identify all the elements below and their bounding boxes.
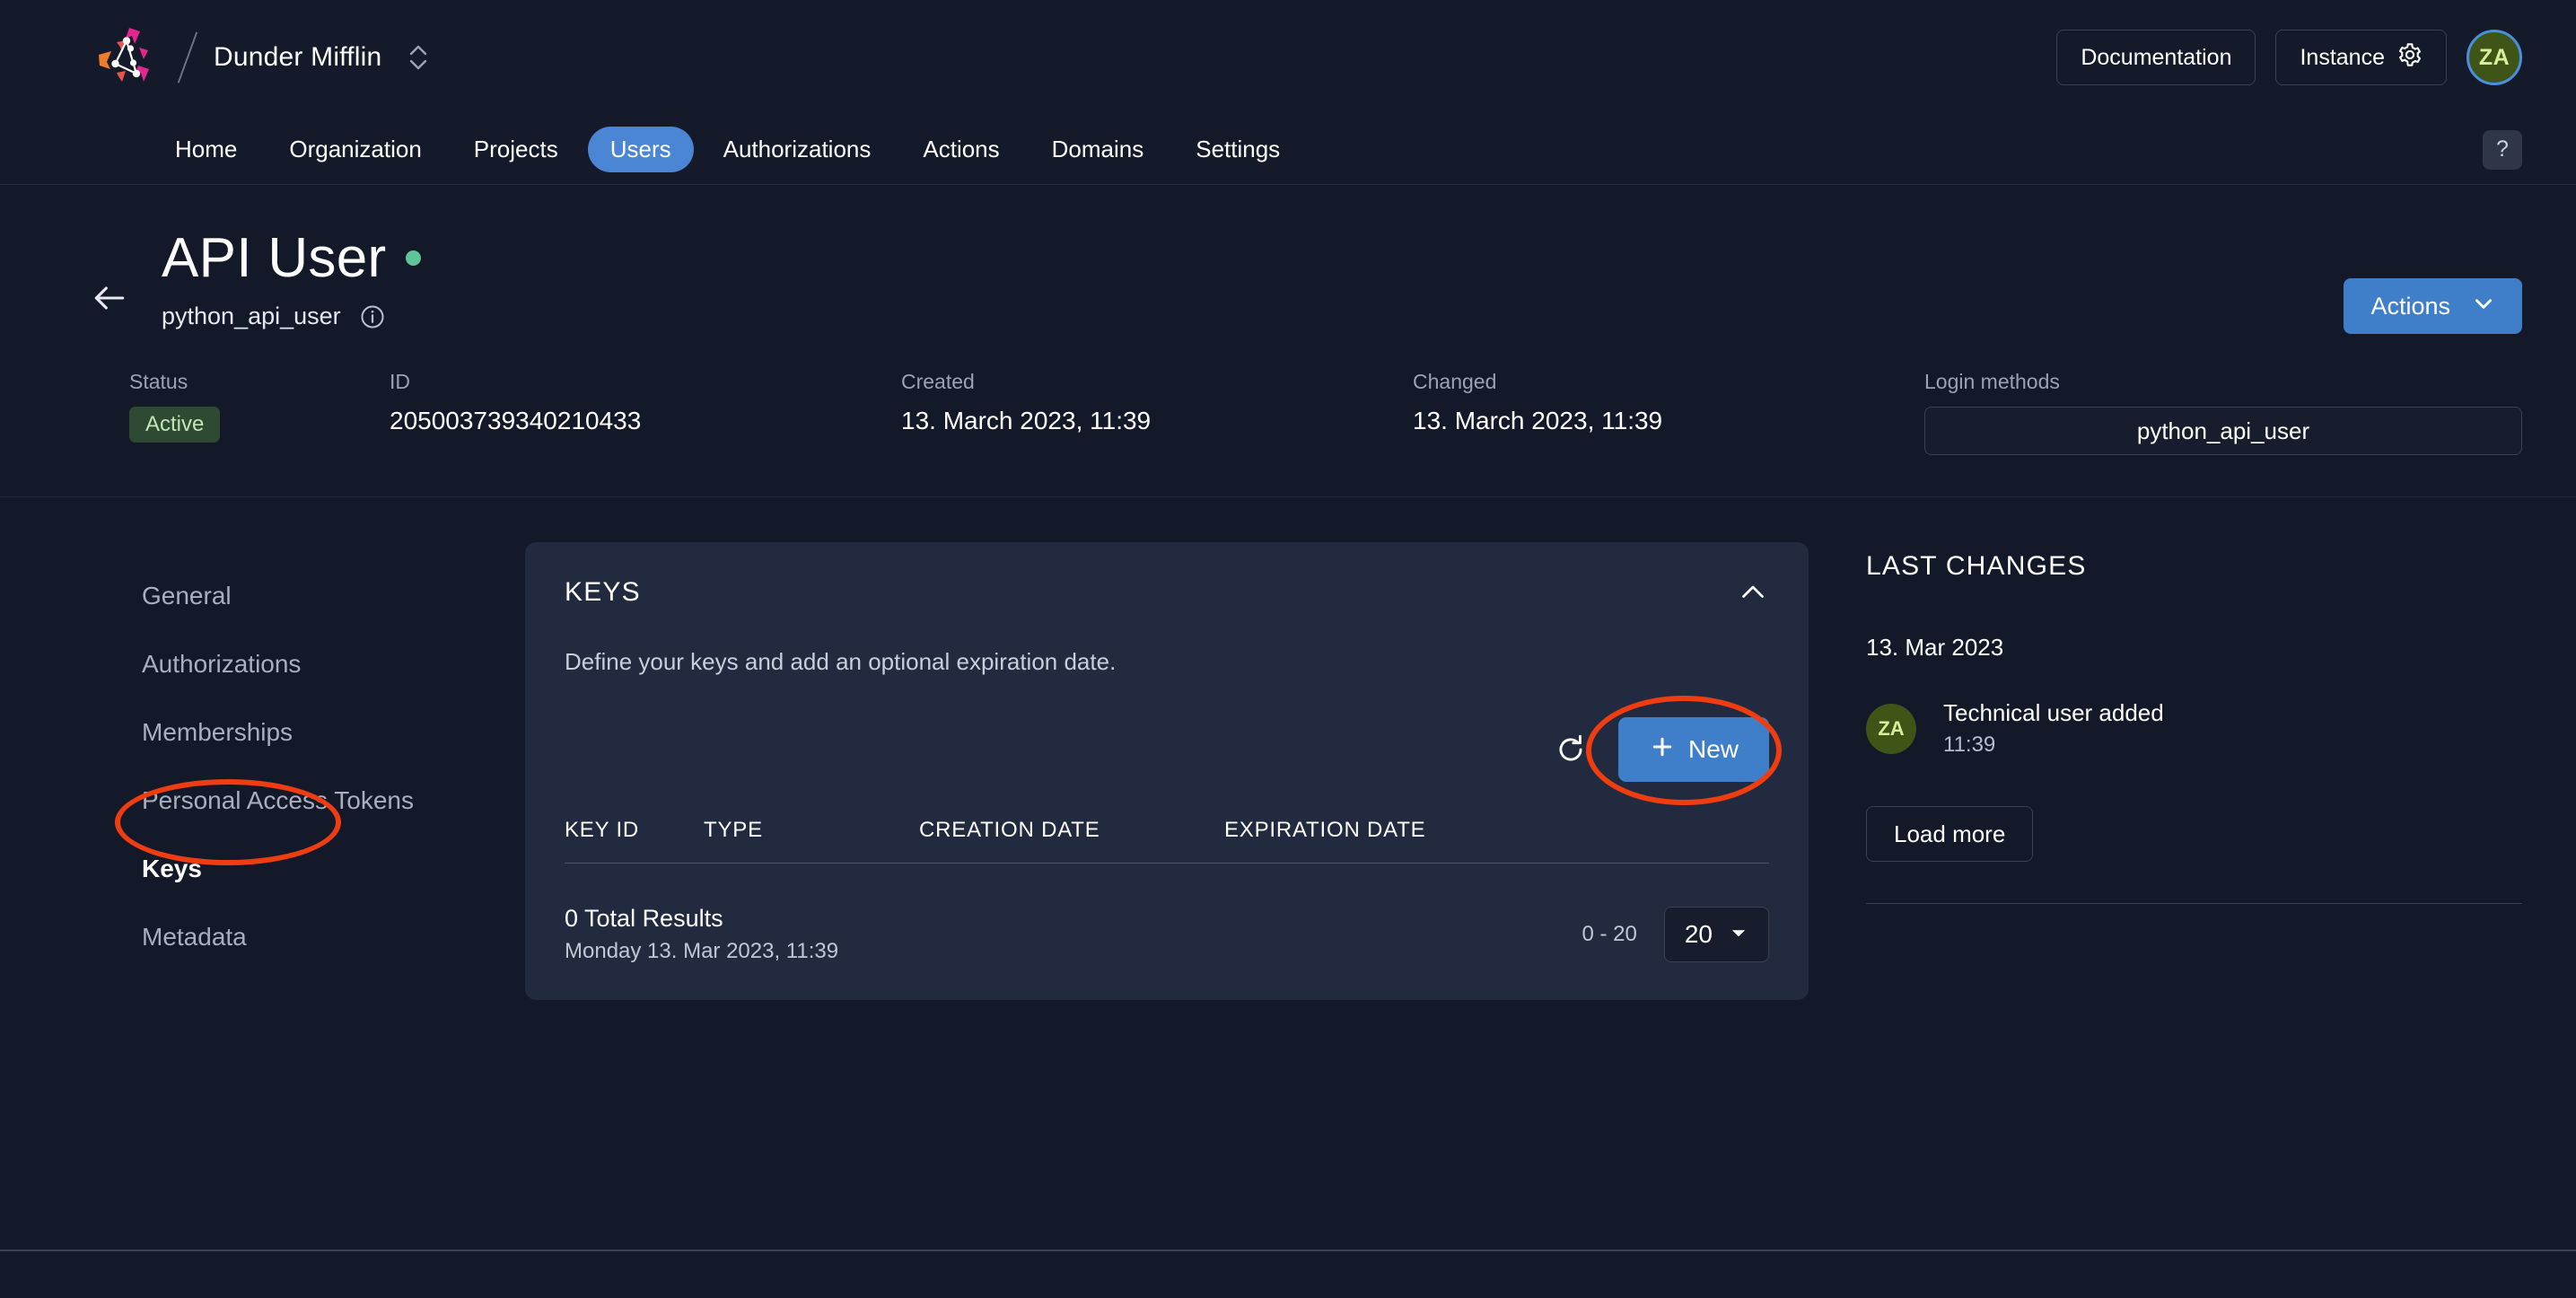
nav-item-domains[interactable]: Domains xyxy=(1030,127,1167,172)
page-body: General Authorizations Memberships Perso… xyxy=(0,497,2576,1000)
page-size-value: 20 xyxy=(1685,920,1713,949)
nav-item-actions[interactable]: Actions xyxy=(900,127,1021,172)
help-button[interactable]: ? xyxy=(2483,130,2522,170)
new-key-button[interactable]: New xyxy=(1618,717,1769,782)
sidebar-item-personal-access-tokens[interactable]: Personal Access Tokens xyxy=(90,767,525,835)
user-meta-row: Status Active ID 205003739340210433 Crea… xyxy=(90,370,2522,455)
paginator: 0 - 20 20 xyxy=(1582,907,1769,962)
pager-range: 0 - 20 xyxy=(1582,922,1636,947)
results-summary: 0 Total Results Monday 13. Mar 2023, 11:… xyxy=(565,905,838,964)
keys-card-description: Define your keys and add an optional exp… xyxy=(565,648,1769,676)
nav-item-users[interactable]: Users xyxy=(588,127,694,172)
page-size-select[interactable]: 20 xyxy=(1664,907,1769,962)
user-side-navigation: General Authorizations Memberships Perso… xyxy=(90,542,525,1000)
sidebar-item-keys[interactable]: Keys xyxy=(90,835,525,903)
top-header: Dunder Mifflin Documentation Instance ZA xyxy=(0,0,2576,115)
meta-id-label: ID xyxy=(390,370,901,394)
column-header-key-id[interactable]: KEY ID xyxy=(565,818,704,843)
breadcrumb-separator xyxy=(178,31,197,83)
topbar-actions: Documentation Instance ZA xyxy=(2056,0,2522,115)
page-subtitle: python_api_user xyxy=(162,303,341,330)
meta-login-methods-label: Login methods xyxy=(1924,370,2522,394)
avatar[interactable]: ZA xyxy=(2466,30,2522,85)
actions-button-label: Actions xyxy=(2370,293,2450,320)
instance-label: Instance xyxy=(2300,45,2385,71)
last-changes-title: LAST CHANGES xyxy=(1866,551,2522,582)
meta-created-label: Created xyxy=(901,370,1413,394)
meta-created-value: 13. March 2023, 11:39 xyxy=(901,407,1413,435)
keys-table-header: KEY ID TYPE CREATION DATE EXPIRATION DAT… xyxy=(565,818,1769,864)
instance-button[interactable]: Instance xyxy=(2275,30,2447,85)
nav-item-home[interactable]: Home xyxy=(153,127,259,172)
nav-item-authorizations[interactable]: Authorizations xyxy=(701,127,894,172)
documentation-button[interactable]: Documentation xyxy=(2056,30,2256,85)
plus-icon xyxy=(1649,733,1676,767)
keys-card: KEYS Define your keys and add an optiona… xyxy=(525,542,1809,1000)
page-title: API User xyxy=(162,226,386,290)
main-navigation: Home Organization Projects Users Authori… xyxy=(0,115,2576,185)
sidebar-item-memberships[interactable]: Memberships xyxy=(90,698,525,767)
avatar-initials: ZA xyxy=(2479,45,2510,71)
login-method-chip[interactable]: python_api_user xyxy=(1924,407,2522,455)
arrow-left-icon[interactable] xyxy=(90,278,129,318)
meta-changed: Changed 13. March 2023, 11:39 xyxy=(1413,370,1924,435)
results-timestamp: Monday 13. Mar 2023, 11:39 xyxy=(565,939,838,964)
footer-divider xyxy=(0,1250,2576,1251)
meta-id-value: 205003739340210433 xyxy=(390,407,901,435)
page-header: API User python_api_user Actions xyxy=(0,185,2576,497)
refresh-icon[interactable] xyxy=(1554,732,1588,767)
meta-login-methods: Login methods python_api_user xyxy=(1924,370,2522,455)
keys-card-title: KEYS xyxy=(565,577,641,608)
new-key-button-label: New xyxy=(1688,735,1739,764)
actions-button[interactable]: Actions xyxy=(2344,278,2522,334)
meta-status: Status Active xyxy=(129,370,390,443)
meta-id: ID 205003739340210433 xyxy=(390,370,901,435)
column-header-creation-date[interactable]: CREATION DATE xyxy=(919,818,1224,843)
gear-icon xyxy=(2397,42,2423,74)
list-item[interactable]: ZA Technical user added 11:39 xyxy=(1866,699,2522,758)
nav-item-settings[interactable]: Settings xyxy=(1173,127,1302,172)
meta-status-label: Status xyxy=(129,370,390,394)
last-changes-panel: LAST CHANGES 13. Mar 2023 ZA Technical u… xyxy=(1809,542,2522,1000)
nav-item-organization[interactable]: Organization xyxy=(267,127,443,172)
chevron-down-icon xyxy=(2472,292,2495,321)
zitadel-logo-icon[interactable] xyxy=(90,22,160,92)
nav-item-projects[interactable]: Projects xyxy=(451,127,581,172)
avatar: ZA xyxy=(1866,704,1916,754)
total-results: 0 Total Results xyxy=(565,905,838,933)
sidebar-item-general[interactable]: General xyxy=(90,562,525,630)
meta-changed-label: Changed xyxy=(1413,370,1924,394)
sidebar-item-metadata[interactable]: Metadata xyxy=(90,903,525,971)
chevron-up-icon[interactable] xyxy=(1737,576,1769,609)
change-time: 11:39 xyxy=(1943,732,2164,758)
status-badge: Active xyxy=(129,407,220,443)
change-title: Technical user added xyxy=(1943,699,2164,727)
meta-changed-value: 13. March 2023, 11:39 xyxy=(1413,407,1924,435)
keys-table-footer: 0 Total Results Monday 13. Mar 2023, 11:… xyxy=(565,905,1769,964)
status-dot-icon xyxy=(406,250,421,266)
organization-name: Dunder Mifflin xyxy=(214,42,381,73)
panel-divider xyxy=(1866,903,2522,904)
sidebar-item-authorizations[interactable]: Authorizations xyxy=(90,630,525,698)
keys-toolbar: New xyxy=(565,717,1769,782)
column-header-type[interactable]: TYPE xyxy=(704,818,919,843)
last-changes-date: 13. Mar 2023 xyxy=(1866,634,2522,662)
avatar-initials: ZA xyxy=(1878,717,1904,741)
caret-down-icon xyxy=(1729,920,1748,949)
meta-created: Created 13. March 2023, 11:39 xyxy=(901,370,1413,435)
documentation-label: Documentation xyxy=(2081,45,2231,71)
column-header-expiration-date[interactable]: EXPIRATION DATE xyxy=(1224,818,1769,843)
chevron-updown-icon[interactable] xyxy=(405,38,432,77)
info-icon[interactable] xyxy=(359,303,386,330)
load-more-button[interactable]: Load more xyxy=(1866,806,2033,862)
